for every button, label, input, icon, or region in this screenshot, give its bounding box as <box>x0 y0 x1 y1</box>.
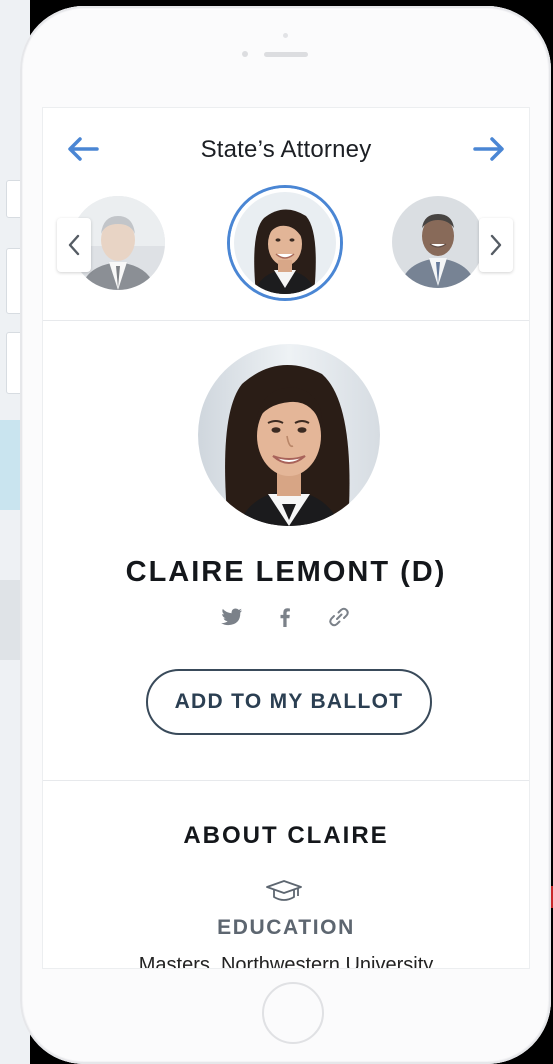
link-icon[interactable] <box>326 604 352 630</box>
office-title: State’s Attorney <box>200 136 372 163</box>
candidate-profile-photo <box>198 344 380 526</box>
education-label: EDUCATION <box>217 916 355 939</box>
home-button[interactable] <box>262 982 324 1044</box>
candidate-photo <box>392 196 484 288</box>
facebook-icon[interactable] <box>272 604 298 630</box>
app-screen: State’s Attorney CLAIRE LEMONT (D) ADD T… <box>42 107 530 969</box>
carousel-prev-button[interactable] <box>57 218 91 272</box>
chevron-left-icon <box>68 234 80 256</box>
candidate-avatar-next[interactable] <box>392 196 484 288</box>
candidate-photo <box>234 192 336 294</box>
earpiece-speaker <box>264 52 308 57</box>
education-value: Masters, Northwestern University <box>138 954 434 969</box>
carousel-next-button[interactable] <box>479 218 513 272</box>
add-to-ballot-button[interactable]: ADD TO MY BALLOT <box>146 669 432 735</box>
about-section-title: ABOUT CLAIRE <box>183 822 389 849</box>
arrow-right-icon[interactable] <box>471 134 507 164</box>
section-divider <box>43 780 529 781</box>
candidate-name: CLAIRE LEMONT (D) <box>125 556 447 588</box>
candidate-photo <box>198 344 380 526</box>
proximity-sensor <box>283 33 288 38</box>
graduation-cap-icon <box>266 880 302 901</box>
candidate-avatar-selected[interactable] <box>230 188 340 298</box>
twitter-icon[interactable] <box>219 604 245 630</box>
chevron-right-icon <box>490 234 502 256</box>
front-camera <box>242 51 248 57</box>
office-header: State’s Attorney <box>43 108 529 321</box>
